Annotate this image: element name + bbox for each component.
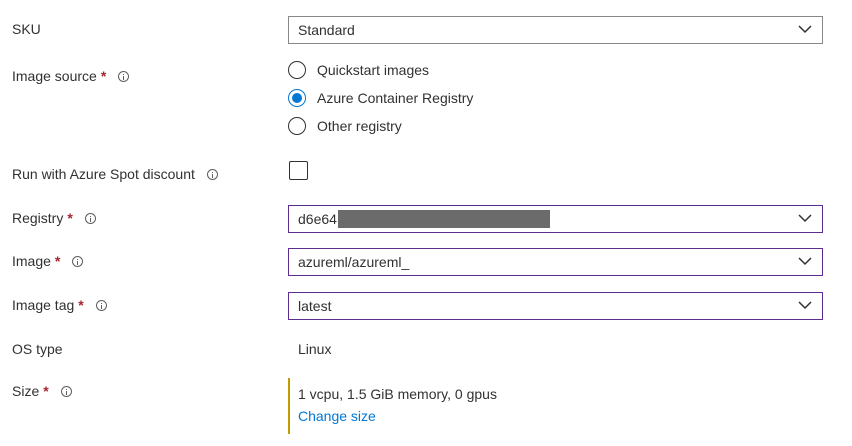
chevron-down-icon — [798, 214, 812, 223]
image-tag-value: latest — [298, 298, 332, 314]
radio-label: Other registry — [317, 118, 402, 134]
radio-button[interactable] — [288, 61, 306, 79]
image-source-label-text: Image source — [12, 68, 97, 84]
info-icon[interactable] — [84, 212, 96, 224]
chevron-down-icon — [798, 25, 812, 34]
sku-value: Standard — [298, 22, 355, 38]
spot-discount-label-text: Run with Azure Spot discount — [12, 166, 195, 182]
size-value: 1 vcpu, 1.5 GiB memory, 0 gpus — [298, 386, 497, 402]
info-icon[interactable] — [72, 255, 84, 267]
change-size-link[interactable]: Change size — [298, 408, 497, 424]
required-marker: * — [67, 210, 73, 226]
image-dropdown[interactable]: azureml/azureml_ — [288, 248, 823, 276]
size-label-text: Size — [12, 383, 40, 399]
os-type-value: Linux — [298, 341, 332, 357]
os-type-label: OS type — [12, 339, 63, 359]
radio-azure-container-registry[interactable]: Azure Container Registry — [288, 88, 473, 108]
image-tag-label: Image tag * — [12, 295, 107, 315]
image-value: azureml/azureml_ — [298, 254, 410, 270]
spot-discount-label: Run with Azure Spot discount — [12, 164, 218, 184]
spot-discount-checkbox[interactable] — [289, 161, 308, 180]
info-icon[interactable] — [118, 70, 130, 82]
sku-label: SKU — [12, 19, 41, 39]
registry-label-text: Registry — [12, 210, 64, 226]
required-marker: * — [54, 253, 61, 269]
info-icon[interactable] — [206, 168, 218, 180]
sku-label-text: SKU — [12, 21, 41, 37]
registry-label: Registry * — [12, 208, 96, 228]
info-icon[interactable] — [95, 299, 107, 311]
os-type-label-text: OS type — [12, 341, 63, 357]
image-tag-dropdown[interactable]: latest — [288, 292, 823, 320]
radio-quickstart-images[interactable]: Quickstart images — [288, 60, 429, 80]
required-marker: * — [43, 383, 49, 399]
chevron-down-icon — [798, 257, 812, 266]
required-marker: * — [78, 297, 84, 313]
redaction-block — [337, 210, 550, 228]
registry-value: d6e64 — [298, 211, 337, 227]
size-summary: 1 vcpu, 1.5 GiB memory, 0 gpus Change si… — [288, 378, 497, 434]
registry-dropdown[interactable]: d6e64 — [288, 205, 823, 233]
radio-button-selected[interactable] — [288, 89, 306, 107]
chevron-down-icon — [798, 301, 812, 310]
size-label: Size * — [12, 381, 72, 401]
sku-dropdown[interactable]: Standard — [288, 16, 823, 44]
image-tag-label-text: Image tag — [12, 297, 75, 313]
required-marker: * — [100, 68, 107, 84]
image-source-label: Image source * — [12, 66, 130, 86]
image-label-text: Image — [12, 253, 51, 269]
radio-label: Quickstart images — [317, 62, 430, 78]
radio-other-registry[interactable]: Other registry — [288, 116, 402, 136]
radio-button[interactable] — [288, 117, 306, 135]
image-label: Image * — [12, 251, 84, 271]
info-icon[interactable] — [60, 385, 72, 397]
radio-label: Azure Container Registry — [317, 90, 474, 106]
